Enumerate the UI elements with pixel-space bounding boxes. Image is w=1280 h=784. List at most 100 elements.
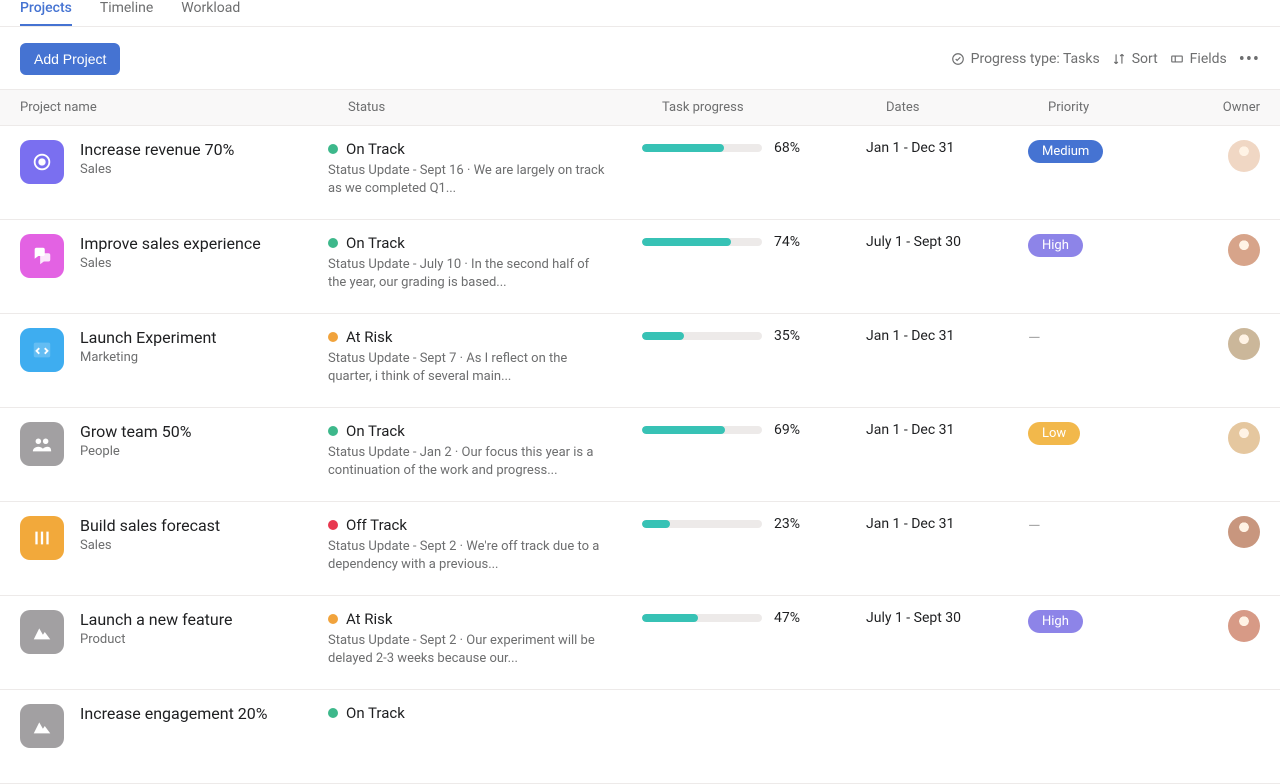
status-dot (328, 238, 338, 248)
sort-button[interactable]: Sort (1112, 51, 1158, 67)
table-row[interactable]: Improve sales experience Sales On Track … (0, 220, 1280, 314)
progress-type-selector[interactable]: Progress type: Tasks (951, 51, 1100, 67)
dates-cell[interactable]: Jan 1 - Dec 31 (866, 422, 1028, 438)
project-category: People (80, 444, 191, 459)
col-header-priority[interactable]: Priority (1028, 100, 1182, 115)
progress-percent: 74% (774, 234, 800, 250)
priority-empty[interactable]: — (1028, 328, 1041, 347)
status-title[interactable]: On Track (346, 422, 405, 440)
status-dot (328, 614, 338, 624)
status-description: Status Update - Sept 2 · Our experiment … (328, 632, 608, 667)
project-icon (20, 234, 64, 278)
priority-pill[interactable]: Medium (1028, 140, 1103, 163)
avatar[interactable] (1228, 516, 1260, 548)
project-name[interactable]: Grow team 50% (80, 422, 191, 441)
project-rows: Increase revenue 70% Sales On Track Stat… (0, 126, 1280, 784)
fields-button[interactable]: Fields (1170, 51, 1227, 67)
project-name[interactable]: Increase engagement 20% (80, 704, 267, 723)
progress-bar (642, 614, 762, 622)
priority-pill[interactable]: Low (1028, 422, 1080, 445)
table-row[interactable]: Build sales forecast Sales Off Track Sta… (0, 502, 1280, 596)
status-dot (328, 520, 338, 530)
progress-percent: 23% (774, 516, 800, 532)
priority-cell: — (1028, 328, 1182, 347)
avatar[interactable] (1228, 610, 1260, 642)
status-title[interactable]: Off Track (346, 516, 407, 534)
status-description: Status Update - Sept 2 · We're off track… (328, 538, 608, 573)
add-project-button[interactable]: Add Project (20, 43, 120, 75)
progress-percent: 47% (774, 610, 800, 626)
progress-type-label: Progress type: Tasks (971, 51, 1100, 67)
project-category: Sales (80, 162, 234, 177)
project-name[interactable]: Increase revenue 70% (80, 140, 234, 159)
priority-cell: — (1028, 516, 1182, 535)
progress-bar (642, 426, 762, 434)
project-icon (20, 422, 64, 466)
project-name[interactable]: Build sales forecast (80, 516, 220, 535)
avatar[interactable] (1228, 328, 1260, 360)
project-icon (20, 516, 64, 560)
avatar[interactable] (1228, 234, 1260, 266)
status-title[interactable]: At Risk (346, 328, 393, 346)
col-header-status[interactable]: Status (328, 100, 642, 115)
project-name[interactable]: Launch Experiment (80, 328, 217, 347)
status-description: Status Update - Jan 2 · Our focus this y… (328, 444, 608, 479)
top-tabs: Projects Timeline Workload (0, 0, 1280, 27)
project-name[interactable]: Improve sales experience (80, 234, 261, 253)
owner-cell (1182, 328, 1280, 364)
progress-bar (642, 238, 762, 246)
owner-cell (1182, 516, 1280, 552)
col-header-dates[interactable]: Dates (866, 100, 1028, 115)
avatar[interactable] (1228, 422, 1260, 454)
project-category: Marketing (80, 350, 217, 365)
dates-cell[interactable]: July 1 - Sept 30 (866, 610, 1028, 626)
status-title[interactable]: At Risk (346, 610, 393, 628)
tab-workload[interactable]: Workload (181, 0, 240, 26)
dates-cell[interactable]: Jan 1 - Dec 31 (866, 328, 1028, 344)
table-row[interactable]: Launch Experiment Marketing At Risk Stat… (0, 314, 1280, 408)
dates-cell[interactable]: Jan 1 - Dec 31 (866, 516, 1028, 532)
status-description: Status Update - Sept 16 · We are largely… (328, 162, 608, 197)
priority-pill[interactable]: High (1028, 234, 1083, 257)
table-row[interactable]: Increase engagement 20% On Track (0, 690, 1280, 784)
status-title[interactable]: On Track (346, 140, 405, 158)
col-header-progress[interactable]: Task progress (642, 100, 866, 115)
owner-cell (1182, 610, 1280, 646)
priority-pill[interactable]: High (1028, 610, 1083, 633)
table-header: Project name Status Task progress Dates … (0, 89, 1280, 126)
check-circle-icon (951, 52, 965, 66)
progress-percent: 69% (774, 422, 800, 438)
progress-percent: 68% (774, 140, 800, 156)
col-header-name[interactable]: Project name (0, 100, 328, 115)
overflow-menu[interactable]: ••• (1239, 49, 1260, 70)
status-title[interactable]: On Track (346, 704, 405, 722)
project-icon (20, 140, 64, 184)
fields-label: Fields (1190, 51, 1227, 67)
progress-bar (642, 144, 762, 152)
sort-label: Sort (1132, 51, 1158, 67)
priority-cell: High (1028, 234, 1182, 257)
priority-empty[interactable]: — (1028, 516, 1041, 535)
project-name[interactable]: Launch a new feature (80, 610, 233, 629)
owner-cell (1182, 140, 1280, 176)
status-dot (328, 708, 338, 718)
status-description: Status Update - July 10 · In the second … (328, 256, 608, 291)
tab-projects[interactable]: Projects (20, 0, 72, 26)
tab-timeline[interactable]: Timeline (100, 0, 153, 26)
status-title[interactable]: On Track (346, 234, 405, 252)
project-category: Product (80, 632, 233, 647)
project-category: Sales (80, 256, 261, 271)
progress-percent: 35% (774, 328, 800, 344)
owner-cell (1182, 422, 1280, 458)
avatar[interactable] (1228, 140, 1260, 172)
dates-cell[interactable]: Jan 1 - Dec 31 (866, 140, 1028, 156)
fields-icon (1170, 52, 1184, 66)
project-icon (20, 328, 64, 372)
table-row[interactable]: Increase revenue 70% Sales On Track Stat… (0, 126, 1280, 220)
col-header-owner[interactable]: Owner (1182, 100, 1280, 115)
table-row[interactable]: Launch a new feature Product At Risk Sta… (0, 596, 1280, 690)
status-description: Status Update - Sept 7 · As I reflect on… (328, 350, 608, 385)
table-row[interactable]: Grow team 50% People On Track Status Upd… (0, 408, 1280, 502)
project-category: Sales (80, 538, 220, 553)
dates-cell[interactable]: July 1 - Sept 30 (866, 234, 1028, 250)
